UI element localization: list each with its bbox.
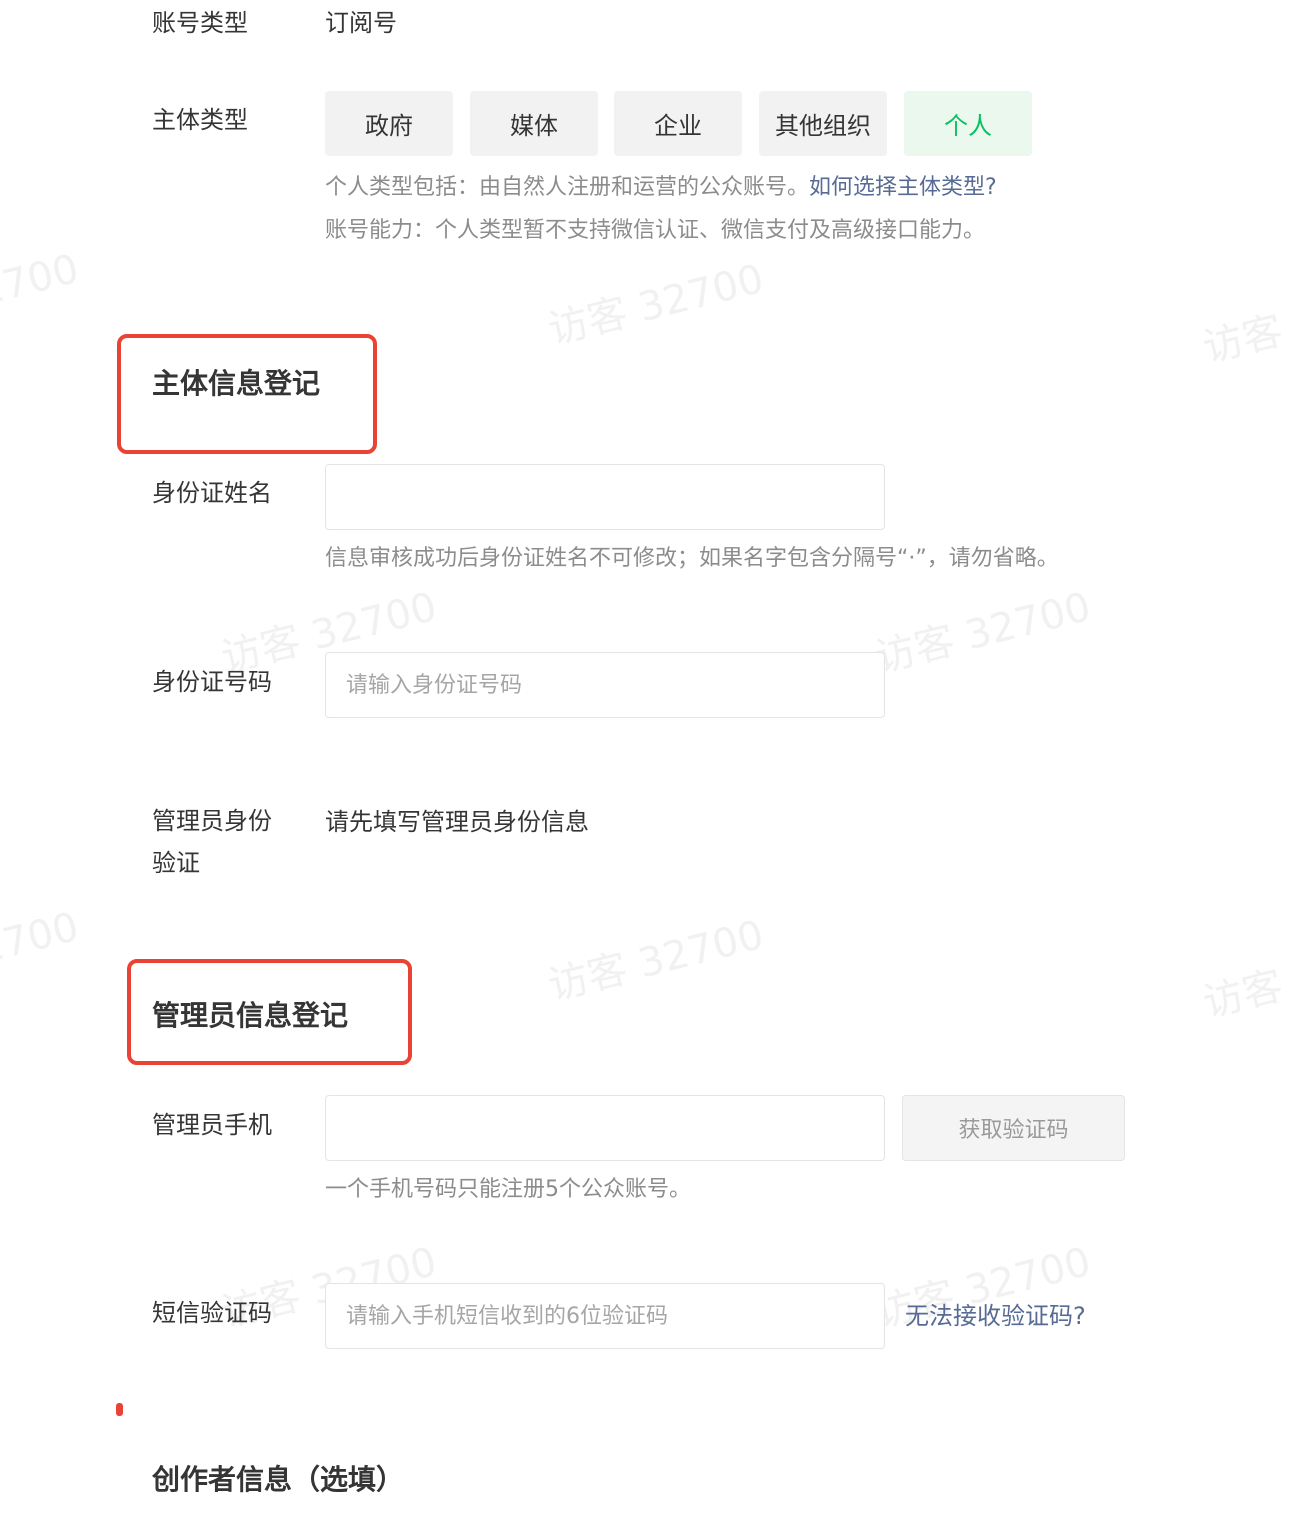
admin-verify-label-line2: 验证 [152,849,200,877]
admin-verify-label-line1: 管理员身份 [152,807,272,835]
subject-option-enterprise[interactable]: 企业 [614,91,742,156]
subject-type-label: 主体类型 [152,106,248,134]
sms-code-label: 短信验证码 [152,1299,272,1327]
account-type-value: 订阅号 [325,9,397,37]
id-name-hint: 信息审核成功后身份证姓名不可修改；如果名字包含分隔号“·”，请勿省略。 [325,546,1059,571]
watermark: 访客 32700 [870,583,1096,682]
subject-type-description: 个人类型包括：由自然人注册和运营的公众账号。如何选择主体类型? [325,166,997,209]
how-to-choose-subject-link[interactable]: 如何选择主体类型? [809,175,997,200]
admin-phone-input[interactable] [325,1095,885,1161]
account-capability-note: 账号能力：个人类型暂不支持微信认证、微信支付及高级接口能力。 [325,218,986,243]
id-name-label: 身份证姓名 [152,479,272,507]
subject-option-personal[interactable]: 个人 [904,91,1032,156]
admin-verify-value: 请先填写管理员身份信息 [325,808,589,836]
admin-phone-hint: 一个手机号码只能注册5个公众账号。 [325,1177,691,1202]
subject-option-other-org[interactable]: 其他组织 [759,91,887,156]
subject-desc-text: 个人类型包括：由自然人注册和运营的公众账号。 [325,175,810,200]
get-code-button[interactable]: 获取验证码 [902,1095,1125,1161]
sms-code-input[interactable] [325,1283,885,1349]
marker-dot [116,1403,123,1416]
watermark: 访客 32700 [543,255,769,354]
watermark: 访客 32700 [1198,929,1290,1027]
watermark: 访客 32700 [1198,274,1290,372]
watermark: 访客 32700 [0,245,84,344]
annotation-highlight-box [127,959,412,1065]
cannot-receive-code-link[interactable]: 无法接收验证码? [905,1296,1086,1336]
subject-option-media[interactable]: 媒体 [470,91,598,156]
id-name-input[interactable] [325,464,885,530]
id-number-label: 身份证号码 [152,668,272,696]
creator-info-title: 创作者信息（选填） [152,1463,405,1496]
annotation-highlight-box [117,334,377,454]
admin-phone-label: 管理员手机 [152,1111,272,1139]
subject-option-government[interactable]: 政府 [325,91,453,156]
watermark: 访客 32700 [0,903,84,1002]
admin-verify-label: 管理员身份 验证 [152,800,272,884]
id-number-input[interactable] [325,652,885,718]
watermark: 访客 32700 [543,911,769,1010]
account-type-label: 账号类型 [152,9,248,37]
